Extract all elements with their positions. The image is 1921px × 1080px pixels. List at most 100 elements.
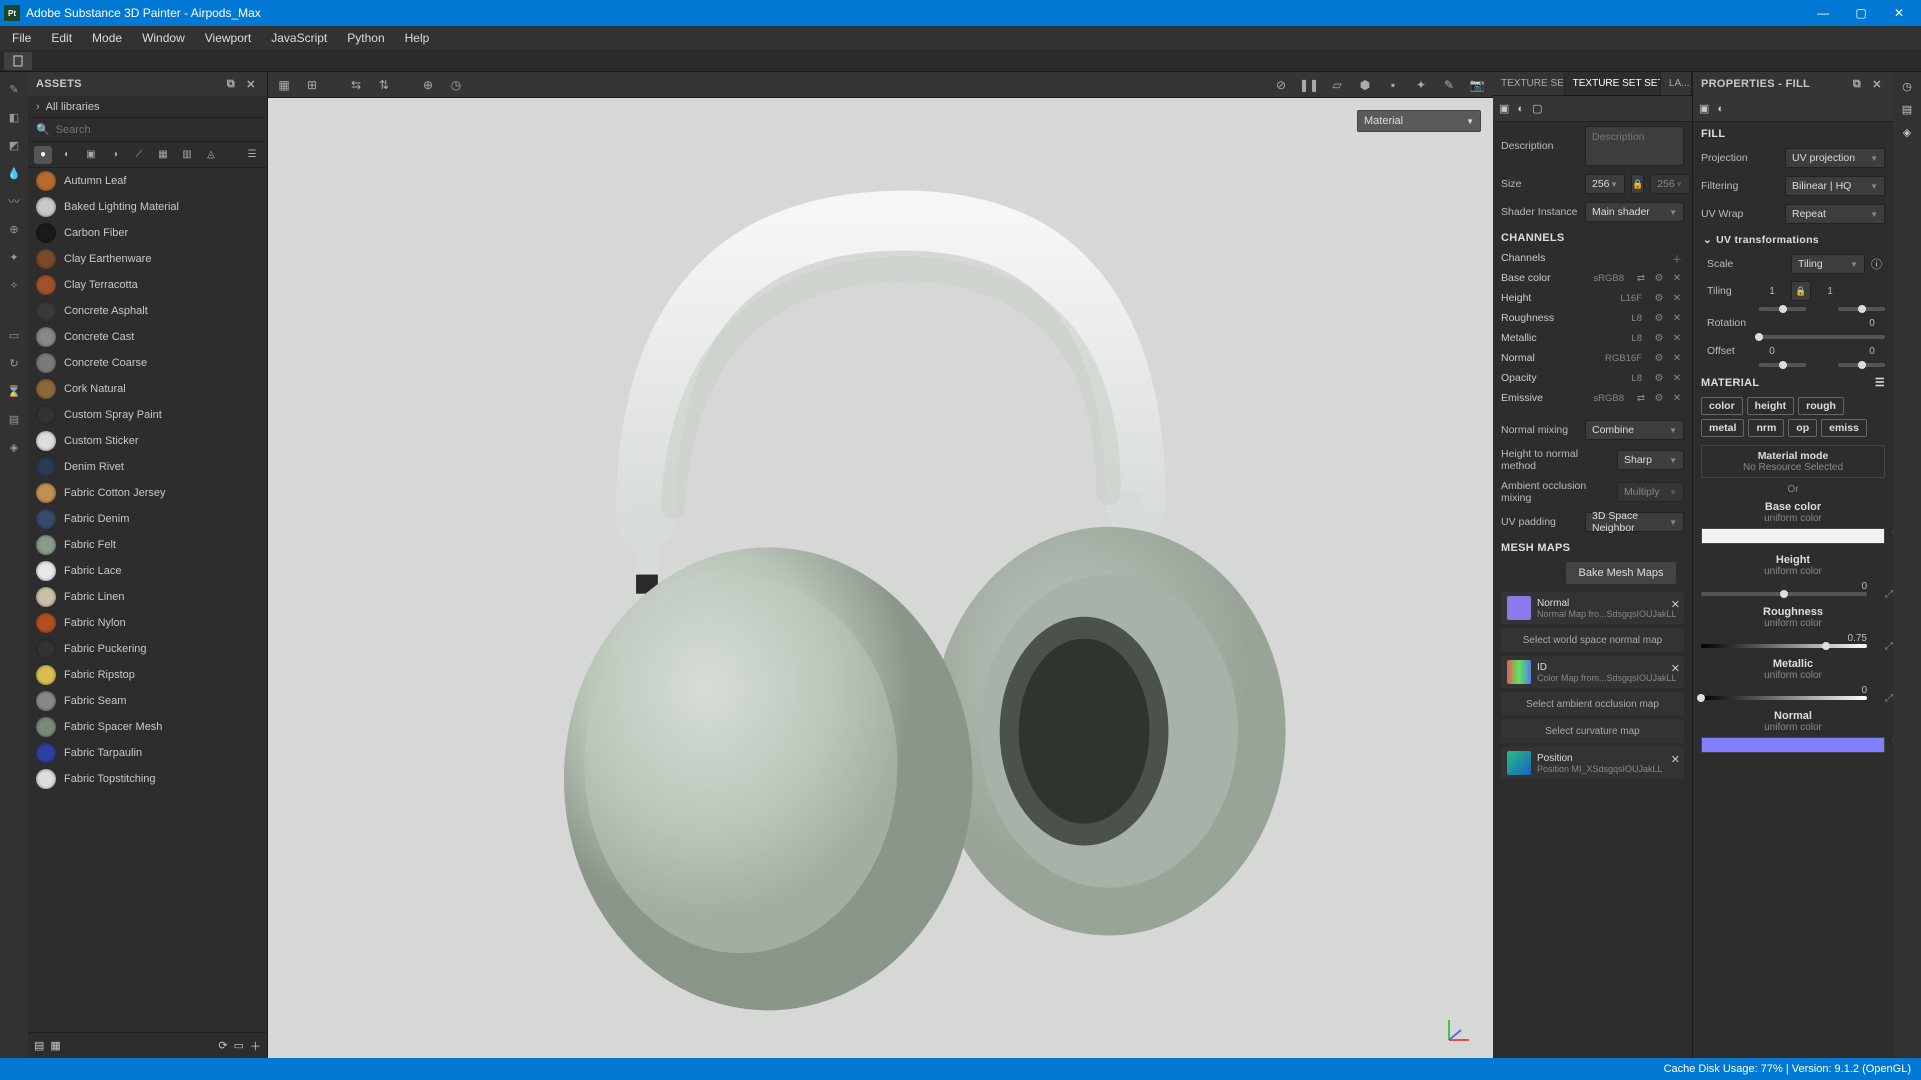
mesh-map-slot[interactable]: Select world space normal map xyxy=(1501,628,1684,652)
add-view-icon[interactable]: ⊕ xyxy=(418,75,438,95)
perspective-icon[interactable]: ▱ xyxy=(1327,75,1347,95)
sphere2-icon[interactable]: ◐ xyxy=(1717,103,1724,115)
clear-map-icon[interactable]: ✕ xyxy=(1671,662,1680,675)
filter-alpha-icon[interactable]: ◑ xyxy=(106,146,124,164)
light-icon[interactable]: ✦ xyxy=(1411,75,1431,95)
remove-channel-icon[interactable]: ✕ xyxy=(1670,391,1684,405)
asset-item[interactable]: Fabric Cotton Jersey xyxy=(28,480,267,506)
color-swatch[interactable]: ✎ xyxy=(1701,528,1885,544)
snapshot-icon[interactable]: 📷 xyxy=(1467,75,1487,95)
mesh-map-slot[interactable]: Select curvature map xyxy=(1501,719,1684,743)
asset-item[interactable]: Fabric Tarpaulin xyxy=(28,740,267,766)
folder-icon[interactable]: ▭ xyxy=(234,1039,244,1052)
timer-icon[interactable]: ◷ xyxy=(446,75,466,95)
mesh-map-card[interactable]: PositionPosition MI_XSdsgqsIOUJakLL✕ xyxy=(1501,747,1684,779)
settings-icon[interactable]: ☰ xyxy=(1875,376,1885,389)
popout-icon[interactable]: ⧉ xyxy=(223,76,239,92)
gear-icon[interactable]: ⚙ xyxy=(1652,311,1666,325)
menu-help[interactable]: Help xyxy=(397,29,438,47)
asset-item[interactable]: Clay Terracotta xyxy=(28,272,267,298)
clear-map-icon[interactable]: ✕ xyxy=(1671,598,1680,611)
asset-item[interactable]: Carbon Fiber xyxy=(28,220,267,246)
move-tool-icon[interactable]: ↻ xyxy=(5,354,23,372)
menu-file[interactable]: File xyxy=(4,29,39,47)
gear-icon[interactable]: ⚙ xyxy=(1652,291,1666,305)
camera-icon[interactable]: ▪ xyxy=(1383,75,1403,95)
remove-channel-icon[interactable]: ✕ xyxy=(1670,331,1684,345)
projection-tool-icon[interactable]: ◩ xyxy=(5,136,23,154)
channel-chip-height[interactable]: height xyxy=(1747,397,1795,415)
asset-item[interactable]: Denim Rivet xyxy=(28,454,267,480)
tiling-slider-a[interactable] xyxy=(1759,307,1806,311)
eyedropper-icon[interactable]: ✎ xyxy=(1892,738,1893,749)
filter-grid-icon[interactable]: ▦ xyxy=(154,146,172,164)
minimize-button[interactable]: — xyxy=(1805,1,1841,25)
filter-preset-icon[interactable]: ▥ xyxy=(178,146,196,164)
height-normal-select[interactable]: Sharp▼ xyxy=(1617,450,1684,470)
asset-item[interactable]: Fabric Denim xyxy=(28,506,267,532)
add-asset-icon[interactable]: ＋ xyxy=(250,1038,261,1054)
smudge-tool-icon[interactable]: 〰 xyxy=(5,192,23,210)
asset-item[interactable]: Concrete Cast xyxy=(28,324,267,350)
expand-icon[interactable]: ⤢ xyxy=(1885,693,1893,704)
channel-chip-nrm[interactable]: nrm xyxy=(1748,419,1784,437)
stack-tool-icon[interactable]: ◈ xyxy=(5,438,23,456)
timer-tool-icon[interactable]: ⌛ xyxy=(5,382,23,400)
layer-tool-icon[interactable]: ▤ xyxy=(5,410,23,428)
remove-channel-icon[interactable]: ✕ xyxy=(1670,311,1684,325)
checker2-icon[interactable]: ▣ xyxy=(1699,102,1709,115)
axis-gizmo[interactable] xyxy=(1443,1016,1473,1046)
gear-icon[interactable]: ⚙ xyxy=(1652,271,1666,285)
popout-props-icon[interactable]: ⧉ xyxy=(1849,76,1865,92)
user-tool-icon[interactable]: ✦ xyxy=(5,248,23,266)
asset-item[interactable]: Fabric Ripstop xyxy=(28,662,267,688)
wand-tool-icon[interactable]: ✧ xyxy=(5,276,23,294)
material-mode-box[interactable]: Material mode No Resource Selected xyxy=(1701,445,1885,478)
asset-item[interactable]: Cork Natural xyxy=(28,376,267,402)
mirror-icon[interactable]: ⇆ xyxy=(346,75,366,95)
offset-slider-a[interactable] xyxy=(1759,363,1806,367)
assets-search-input[interactable] xyxy=(56,124,259,136)
tiling-lock-icon[interactable]: 🔒 xyxy=(1791,281,1811,301)
expand-icon[interactable]: ⤢ xyxy=(1885,589,1893,600)
asset-item[interactable]: Autumn Leaf xyxy=(28,168,267,194)
clear-map-icon[interactable]: ✕ xyxy=(1671,753,1680,766)
brush-tool-icon[interactable]: ✎ xyxy=(5,80,23,98)
rotation-slider[interactable] xyxy=(1759,335,1885,339)
fill-tool-icon[interactable]: 💧 xyxy=(5,164,23,182)
mesh-map-slot[interactable]: Select ambient occlusion map xyxy=(1501,692,1684,716)
remove-channel-icon[interactable]: ✕ xyxy=(1670,351,1684,365)
normal-mixing-select[interactable]: Combine▼ xyxy=(1585,420,1684,440)
asset-item[interactable]: Concrete Coarse xyxy=(28,350,267,376)
paint-icon[interactable]: ✎ xyxy=(1439,75,1459,95)
panel-tab[interactable]: LA... xyxy=(1661,72,1692,95)
eyedropper-icon[interactable]: ✎ xyxy=(1892,529,1893,540)
symmetry-icon[interactable]: ⇅ xyxy=(374,75,394,95)
filter-brush-icon[interactable]: ⟋ xyxy=(130,146,148,164)
sphere-icon[interactable]: ◐ xyxy=(1517,103,1524,115)
asset-item[interactable]: Fabric Puckering xyxy=(28,636,267,662)
asset-item[interactable]: Custom Spray Paint xyxy=(28,402,267,428)
gear-icon[interactable]: ⚙ xyxy=(1652,391,1666,405)
gear-icon[interactable]: ⚙ xyxy=(1652,351,1666,365)
remove-channel-icon[interactable]: ✕ xyxy=(1670,291,1684,305)
asset-item[interactable]: Fabric Topstitching xyxy=(28,766,267,792)
assets-breadcrumb[interactable]: › All libraries xyxy=(28,96,267,118)
document-tab[interactable] xyxy=(4,52,32,70)
filter-mesh-icon[interactable]: ◬ xyxy=(202,146,220,164)
channel-chip-color[interactable]: color xyxy=(1701,397,1743,415)
value-slider[interactable]: 0⤢ xyxy=(1693,683,1893,706)
asset-item[interactable]: Fabric Seam xyxy=(28,688,267,714)
remove-channel-icon[interactable]: ✕ xyxy=(1670,371,1684,385)
asset-item[interactable]: Fabric Lace xyxy=(28,558,267,584)
asset-item[interactable]: Concrete Asphalt xyxy=(28,298,267,324)
grid1-icon[interactable]: ▦ xyxy=(274,75,294,95)
selection-tool-icon[interactable]: ▭ xyxy=(5,326,23,344)
filter-texture-icon[interactable]: ▣ xyxy=(82,146,100,164)
expand-icon[interactable]: ⤢ xyxy=(1885,641,1893,652)
cube-icon[interactable]: ⬢ xyxy=(1355,75,1375,95)
add-channel-icon[interactable]: ＋ xyxy=(1670,251,1684,265)
viewport-3d[interactable]: Material ▼ xyxy=(268,98,1493,1058)
mesh-map-card[interactable]: NormalNormal Map fro...SdsgqsIOUJakLL✕ xyxy=(1501,592,1684,624)
menu-window[interactable]: Window xyxy=(134,29,193,47)
